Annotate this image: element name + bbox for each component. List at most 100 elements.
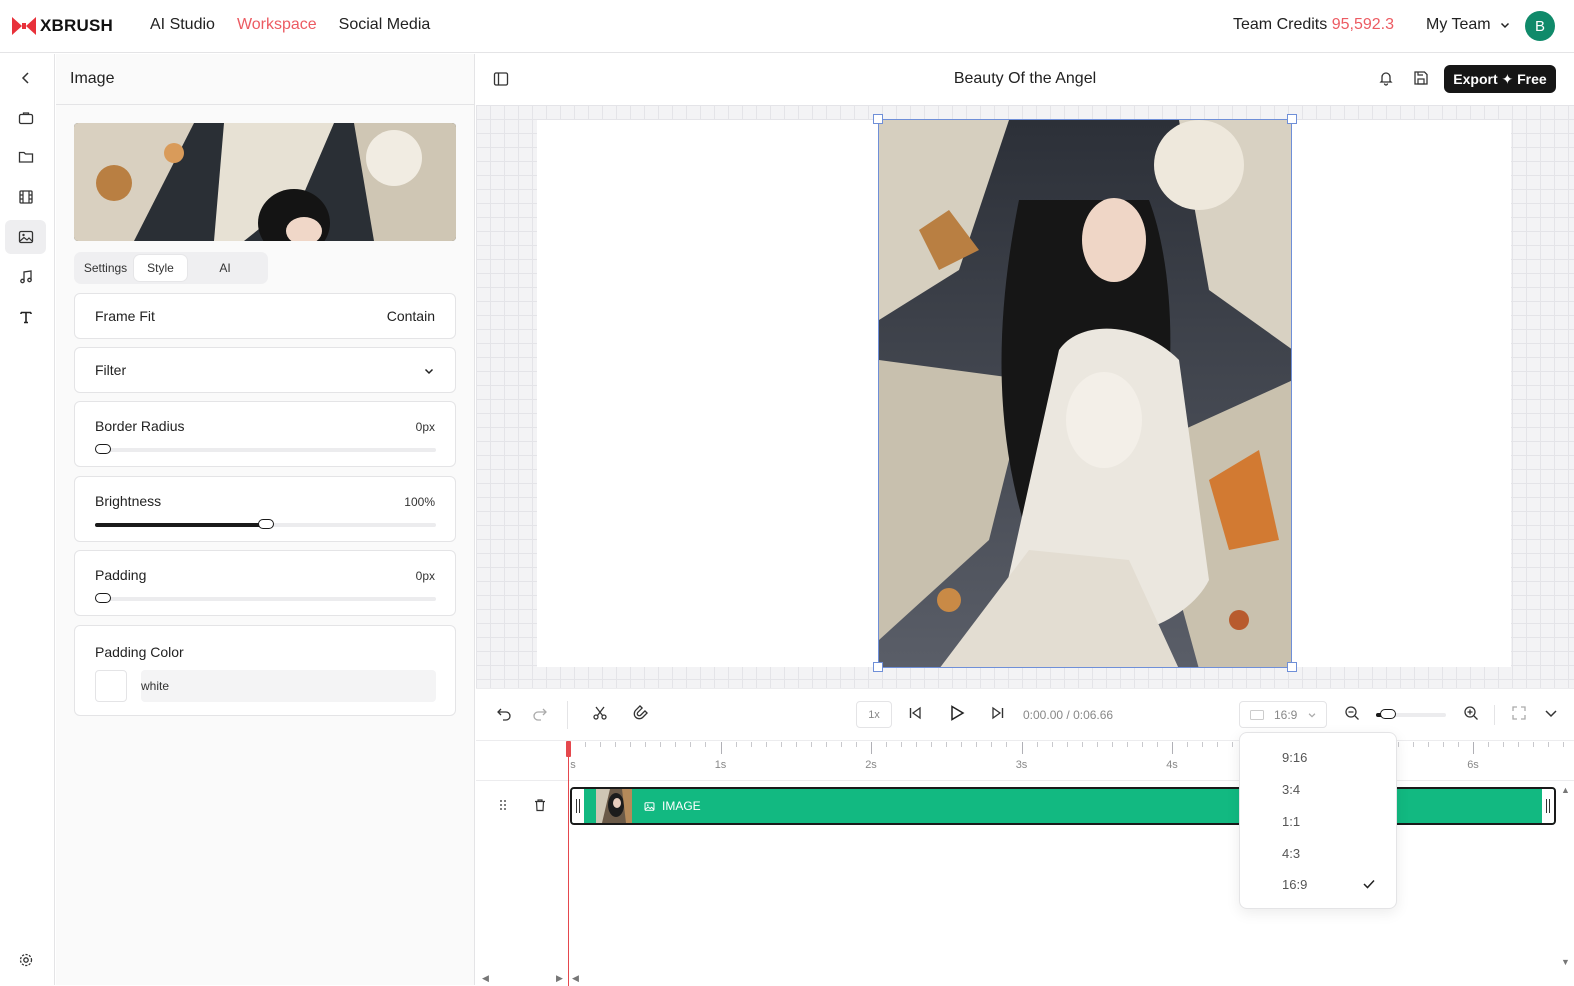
tab-settings[interactable]: Settings (77, 255, 134, 281)
film-icon (18, 190, 33, 204)
ruler-tick (976, 742, 978, 747)
fullscreen-icon[interactable] (1511, 705, 1527, 721)
nav-workspace[interactable]: Workspace (237, 16, 317, 34)
ruler-tick (886, 742, 888, 747)
ruler-tick (1021, 742, 1023, 754)
padding-color-label: Padding Color (95, 644, 184, 660)
scroll-down-arrow[interactable]: ▼ (1561, 957, 1570, 967)
document-title[interactable]: Beauty Of the Angel (476, 70, 1574, 88)
top-nav: AI Studio Workspace Social Media (150, 16, 430, 34)
slider-knob[interactable] (1380, 709, 1396, 719)
scissors-icon[interactable] (592, 705, 608, 721)
scroll-right-arrow[interactable]: ▶ (556, 973, 563, 984)
tab-ai[interactable]: AI (187, 255, 263, 281)
clip-trim-left[interactable] (572, 789, 584, 823)
save-icon[interactable] (1413, 70, 1429, 86)
aspect-option-3-4[interactable]: 3:4 (1282, 782, 1300, 797)
ruler-tick (735, 742, 737, 747)
rail-image[interactable] (5, 220, 46, 254)
redo-icon[interactable] (532, 705, 548, 721)
rail-folders[interactable] (5, 140, 46, 174)
undo-icon[interactable] (496, 705, 512, 721)
time-current: 0:00.00 (1023, 708, 1064, 722)
selected-image[interactable] (878, 119, 1292, 668)
drag-handle-icon[interactable] (497, 798, 509, 812)
border-radius-slider[interactable] (95, 444, 436, 454)
nav-social-media[interactable]: Social Media (339, 16, 431, 34)
rail-video[interactable] (5, 180, 46, 214)
ruler-label: s (570, 759, 576, 771)
skip-forward-icon[interactable] (990, 705, 1006, 721)
rail-text[interactable] (5, 300, 46, 334)
slider-knob[interactable] (257, 519, 274, 529)
ruler-tick (1156, 742, 1158, 747)
ruler-tick (1488, 742, 1490, 747)
brightness-card: Brightness 100% (74, 476, 456, 542)
ruler-tick (1141, 742, 1143, 747)
ruler-tick (600, 742, 602, 747)
bowtie-logo-icon (12, 17, 36, 35)
aspect-option-9-16[interactable]: 9:16 (1282, 750, 1307, 765)
image-icon (644, 802, 655, 811)
aspect-option-1-1[interactable]: 1:1 (1282, 814, 1300, 829)
skip-back-icon[interactable] (907, 705, 923, 721)
resize-handle-bl[interactable] (873, 662, 883, 672)
chevron-down-icon (1500, 22, 1509, 29)
nav-ai-studio[interactable]: AI Studio (150, 16, 215, 34)
clip-label: IMAGE (662, 799, 701, 813)
team-credits: Team Credits 95,592.3 (1233, 16, 1394, 34)
rail-settings[interactable] (5, 943, 46, 977)
resize-handle-tl[interactable] (873, 114, 883, 124)
ruler-tick (1217, 742, 1219, 747)
resize-handle-br[interactable] (1287, 662, 1297, 672)
scroll-left-arrow[interactable]: ◀ (482, 973, 489, 984)
ruler-tick (901, 742, 903, 747)
music-icon (19, 270, 32, 284)
zoom-out-icon[interactable] (1344, 705, 1360, 721)
aspect-ratio-selector[interactable]: 16:9 (1239, 701, 1327, 728)
canvas-area (476, 105, 1574, 688)
aspect-option-4-3[interactable]: 4:3 (1282, 846, 1300, 861)
back-button[interactable] (5, 61, 46, 95)
folder-icon (18, 151, 33, 163)
aspect-option-16-9[interactable]: 16:9 (1282, 877, 1307, 892)
zoom-in-icon[interactable] (1463, 705, 1479, 721)
collapse-timeline-icon[interactable] (1543, 705, 1559, 721)
avatar[interactable]: B (1525, 11, 1555, 41)
padding-color-swatch[interactable] (95, 670, 127, 702)
export-button[interactable]: Export ✦ Free (1444, 65, 1556, 93)
zoom-slider[interactable] (1376, 709, 1446, 719)
slider-fill (95, 523, 266, 527)
bell-icon[interactable] (1378, 70, 1394, 86)
ruler-tick (1111, 742, 1113, 747)
tab-style[interactable]: Style (134, 255, 187, 281)
ruler-label: 3s (1015, 759, 1028, 771)
image-clip[interactable]: IMAGE (570, 787, 1556, 825)
play-icon[interactable] (948, 704, 966, 722)
frame-fit-card[interactable]: Frame Fit Contain (74, 293, 456, 339)
scroll-up-arrow[interactable]: ▲ (1561, 785, 1570, 795)
padding-color-value: white (141, 679, 170, 693)
clip-trim-right[interactable] (1542, 789, 1554, 823)
ruler-tick (825, 742, 827, 747)
slider-knob[interactable] (95, 444, 111, 454)
padding-slider[interactable] (95, 593, 436, 603)
app-logo[interactable]: XBRUSH (12, 16, 113, 36)
speed-selector[interactable]: 1x (856, 701, 892, 728)
filter-dropdown[interactable]: Filter (74, 347, 456, 393)
scroll-left-arrow[interactable]: ◀ (572, 973, 579, 984)
playhead-handle[interactable] (566, 741, 571, 757)
rail-projects[interactable] (5, 101, 46, 135)
time-ruler[interactable]: s 1s 2s 3s 4s 6s (476, 741, 1574, 781)
canvas-stage[interactable] (537, 114, 1511, 672)
trash-icon[interactable] (533, 798, 547, 812)
team-switcher[interactable]: My Team (1426, 16, 1511, 34)
resize-handle-tr[interactable] (1287, 114, 1297, 124)
ruler-tick (1051, 742, 1053, 747)
rail-audio[interactable] (5, 260, 46, 294)
playhead[interactable] (568, 741, 569, 986)
padding-color-input[interactable]: white (141, 670, 436, 702)
slider-knob[interactable] (95, 593, 111, 603)
magnet-icon[interactable] (632, 705, 648, 721)
brightness-slider[interactable] (95, 519, 436, 529)
